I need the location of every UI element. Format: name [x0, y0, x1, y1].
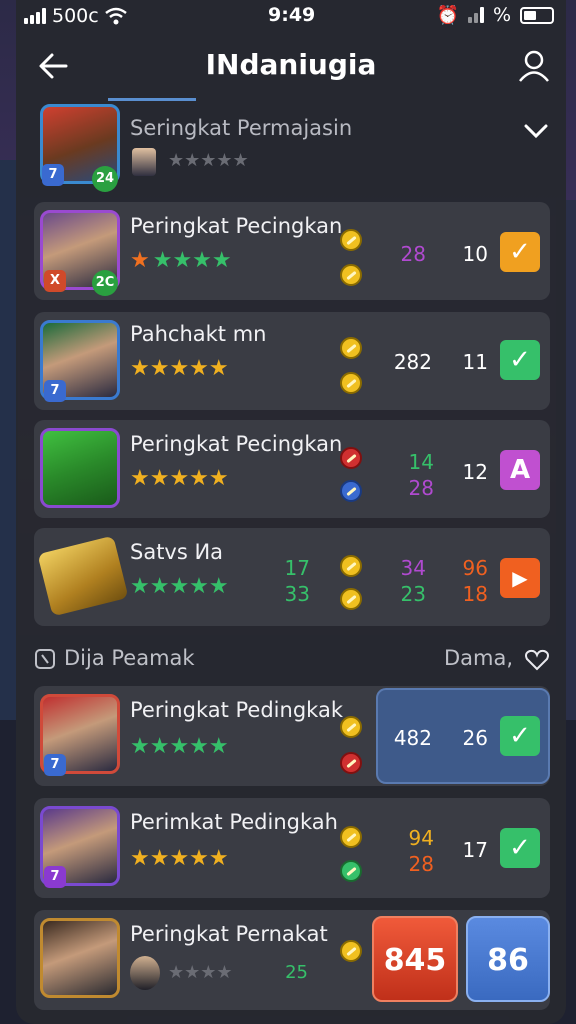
clock: 9:49	[268, 4, 316, 26]
coin-icon	[340, 555, 362, 577]
leaderboard-row[interactable]: Satvs Иa ★★★★★ 17 33 34 23 96 18 ▶	[34, 528, 550, 626]
blue-token-icon	[340, 480, 362, 502]
action-button[interactable]: A	[500, 450, 540, 490]
coin-icon	[340, 372, 362, 394]
stat-value: 28	[408, 852, 434, 876]
header-player-row[interactable]: 7 24 Seringkat Permajasin ★★★★★	[34, 104, 551, 192]
wifi-icon	[104, 7, 127, 25]
red-token-icon	[340, 752, 362, 774]
stat-value: 96	[462, 556, 488, 580]
player-avatar	[40, 918, 120, 998]
coin-icon	[340, 826, 362, 848]
rating-stars: ★★★★★	[130, 734, 229, 759]
item-name: Satvs Иa	[130, 540, 224, 564]
rank-value: 17	[462, 838, 488, 862]
class-badge: 7	[44, 866, 66, 888]
player-name: Peringkat Pecingkan	[130, 214, 343, 238]
user-icon	[519, 50, 549, 82]
item-name: Peringkat Pecingkan	[130, 432, 343, 456]
leaderboard-row[interactable]: X 2C Peringkat Pecingkan ★ ★★★★ 28 10 ✓	[34, 202, 550, 300]
carrier-label: 500c	[52, 5, 99, 27]
score-value: 28	[400, 242, 426, 266]
chevron-down-icon[interactable]	[521, 116, 551, 146]
rating-stars: ★★★★★	[130, 846, 229, 871]
leaderboard-row[interactable]: Peringkat Pecingkan ★★★★★ 14 28 12 A	[34, 420, 550, 518]
rank-value: 26	[462, 726, 488, 750]
stat-value: 94	[408, 826, 434, 850]
player-name: Peringkat Pernakat	[130, 922, 328, 946]
leaderboard-row[interactable]: 7 Pahchakt mn ★★★★★ 282 11 ✓	[34, 312, 550, 410]
profile-button[interactable]	[516, 48, 552, 84]
stat-value: 23	[400, 582, 426, 606]
page-title: INdaniugia	[205, 48, 377, 81]
section-header: Dija Peamak Dama,	[34, 644, 550, 676]
stat-value: 33	[284, 582, 310, 606]
rating-stars: ★★★★★	[168, 150, 249, 171]
battery-icon	[520, 6, 554, 24]
rating-stars: ★★★★★	[130, 466, 229, 491]
coin-icon	[340, 940, 362, 962]
item-icon	[40, 428, 120, 508]
coin-icon	[340, 264, 362, 286]
item-icon	[37, 535, 129, 617]
rating-stars: ★★★★★	[130, 356, 229, 381]
rating-stars: ★★★★★	[130, 248, 232, 273]
section-filter[interactable]: Dama,	[444, 646, 513, 670]
small-avatar	[132, 148, 156, 176]
class-badge: 7	[44, 380, 66, 402]
red-token-icon	[340, 447, 362, 469]
cell-icon	[467, 7, 484, 23]
action-button[interactable]: ✓	[500, 232, 540, 272]
small-avatar	[130, 956, 160, 990]
class-badge: 7	[42, 164, 64, 186]
action-button[interactable]: ▶	[500, 558, 540, 598]
action-button[interactable]: ✓	[500, 340, 540, 380]
player-name: Pahchakt mn	[130, 322, 267, 346]
score-value: 282	[393, 350, 432, 374]
score-box-red[interactable]: 845	[372, 916, 458, 1002]
level-badge: 2C	[92, 270, 118, 296]
coin-icon	[340, 337, 362, 359]
player-name: Perimkat Pedingkah	[130, 810, 338, 834]
action-button[interactable]: ✓	[500, 716, 540, 756]
stat-value: 17	[284, 556, 310, 580]
rank-value: 10	[462, 242, 488, 266]
coin-icon	[340, 229, 362, 251]
player-name: Peringkat Pedingkak	[130, 698, 343, 722]
score-box-blue[interactable]: 86	[466, 916, 550, 1002]
battery-percent: %	[492, 4, 511, 26]
stat-value: 18	[462, 582, 488, 606]
class-badge: X	[44, 270, 66, 292]
rating-stars: ★★★★	[168, 962, 233, 983]
section-title: Dija Peamak	[64, 646, 195, 670]
leaderboard-row[interactable]: Peringkat Pernakat ★★★★ 25 845 86	[34, 910, 550, 1010]
leaderboard-row[interactable]: 7 Peringkat Pedingkak ★★★★★ 482 26 ✓	[34, 686, 550, 786]
stat-value: 28	[408, 476, 434, 500]
class-badge: 7	[44, 754, 66, 776]
action-button[interactable]: ✓	[500, 828, 540, 868]
rank-value: 11	[462, 350, 488, 374]
signal-icon	[24, 8, 46, 24]
player-name: Seringkat Permajasin	[130, 116, 353, 140]
stat-value: 25	[285, 962, 308, 983]
stat-value: 14	[408, 450, 434, 474]
green-token-icon	[340, 860, 362, 882]
stat-value: 34	[400, 556, 426, 580]
app-bar: INdaniugia	[16, 36, 566, 96]
level-badge: 24	[92, 166, 118, 192]
alarm-icon: ⏰	[436, 4, 459, 26]
score-value: 482	[393, 726, 432, 750]
rank-value: 12	[462, 460, 488, 484]
leaderboard-row[interactable]: 7 Perimkat Pedingkah ★★★★★ 94 28 17 ✓	[34, 798, 550, 898]
tab-indicator	[108, 98, 196, 101]
coin-icon	[340, 716, 362, 738]
status-bar: 500c 9:49 ⏰ %	[0, 0, 576, 32]
coin-icon	[340, 588, 362, 610]
heart-icon[interactable]	[524, 648, 550, 672]
clock-icon	[35, 649, 55, 669]
rating-stars: ★★★★★	[130, 574, 229, 599]
